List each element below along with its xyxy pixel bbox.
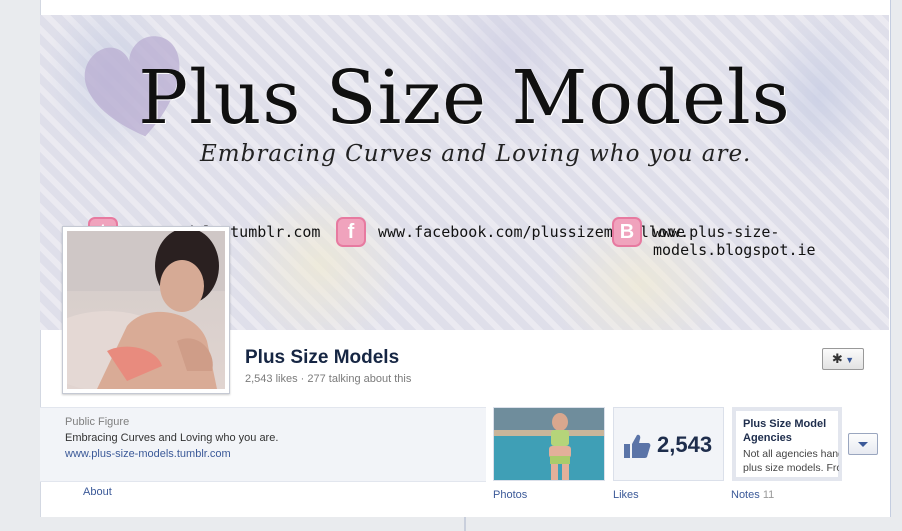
notes-title: Plus Size Model Agencies — [743, 418, 827, 444]
page-description: Embracing Curves and Loving who you are. — [65, 432, 279, 444]
photos-tile-thumbnail — [494, 408, 604, 480]
cover-title: Plus Size Models — [138, 55, 791, 141]
blogger-icon: B — [612, 217, 642, 247]
profile-photo-illustration — [67, 231, 225, 389]
notes-label: Notes — [731, 489, 760, 501]
page-category: Public Figure — [65, 416, 130, 428]
profile-photo-image — [67, 231, 225, 389]
notes-preview-line-1: Not all agencies hand — [743, 448, 839, 460]
profile-picture[interactable] — [62, 226, 230, 394]
photos-tile[interactable] — [493, 407, 605, 481]
notes-tile[interactable]: Plus Size Model Agencies Not all agencie… — [732, 407, 842, 481]
notes-label-wrap[interactable]: Notes 11 — [731, 489, 774, 501]
notes-count: 11 — [762, 489, 775, 501]
about-link[interactable]: About — [83, 486, 112, 498]
website-link[interactable]: www.plus-size-models.tumblr.com — [65, 448, 231, 460]
chevron-down-icon — [858, 442, 868, 447]
cover-tagline: Embracing Curves and Loving who you are. — [200, 141, 752, 167]
about-box: Public Figure Embracing Curves and Lovin… — [40, 407, 486, 482]
notes-preview: Not all agencies hand plus size models. … — [743, 447, 839, 477]
like-thumb-icon — [624, 434, 651, 458]
likes-count: 2,543 — [657, 432, 713, 457]
column-divider — [464, 517, 466, 531]
page-stats: 2,543 likes · 277 talking about this — [245, 373, 412, 385]
photos-label[interactable]: Photos — [493, 489, 527, 501]
chevron-down-icon: ▼ — [842, 355, 855, 365]
likes-tile[interactable]: 2,543 — [613, 407, 724, 481]
facebook-icon: f — [336, 217, 366, 247]
gear-icon: ✱ — [831, 351, 843, 366]
settings-button[interactable]: ✱ ▼ — [822, 348, 864, 370]
notes-preview-line-2: plus size models. Fro — [743, 462, 839, 474]
more-apps-button[interactable] — [848, 433, 878, 455]
page-title[interactable]: Plus Size Models — [245, 347, 399, 369]
likes-label[interactable]: Likes — [613, 489, 639, 501]
blogger-link-text: www.plus-size-models.blogspot.ie — [653, 223, 816, 259]
